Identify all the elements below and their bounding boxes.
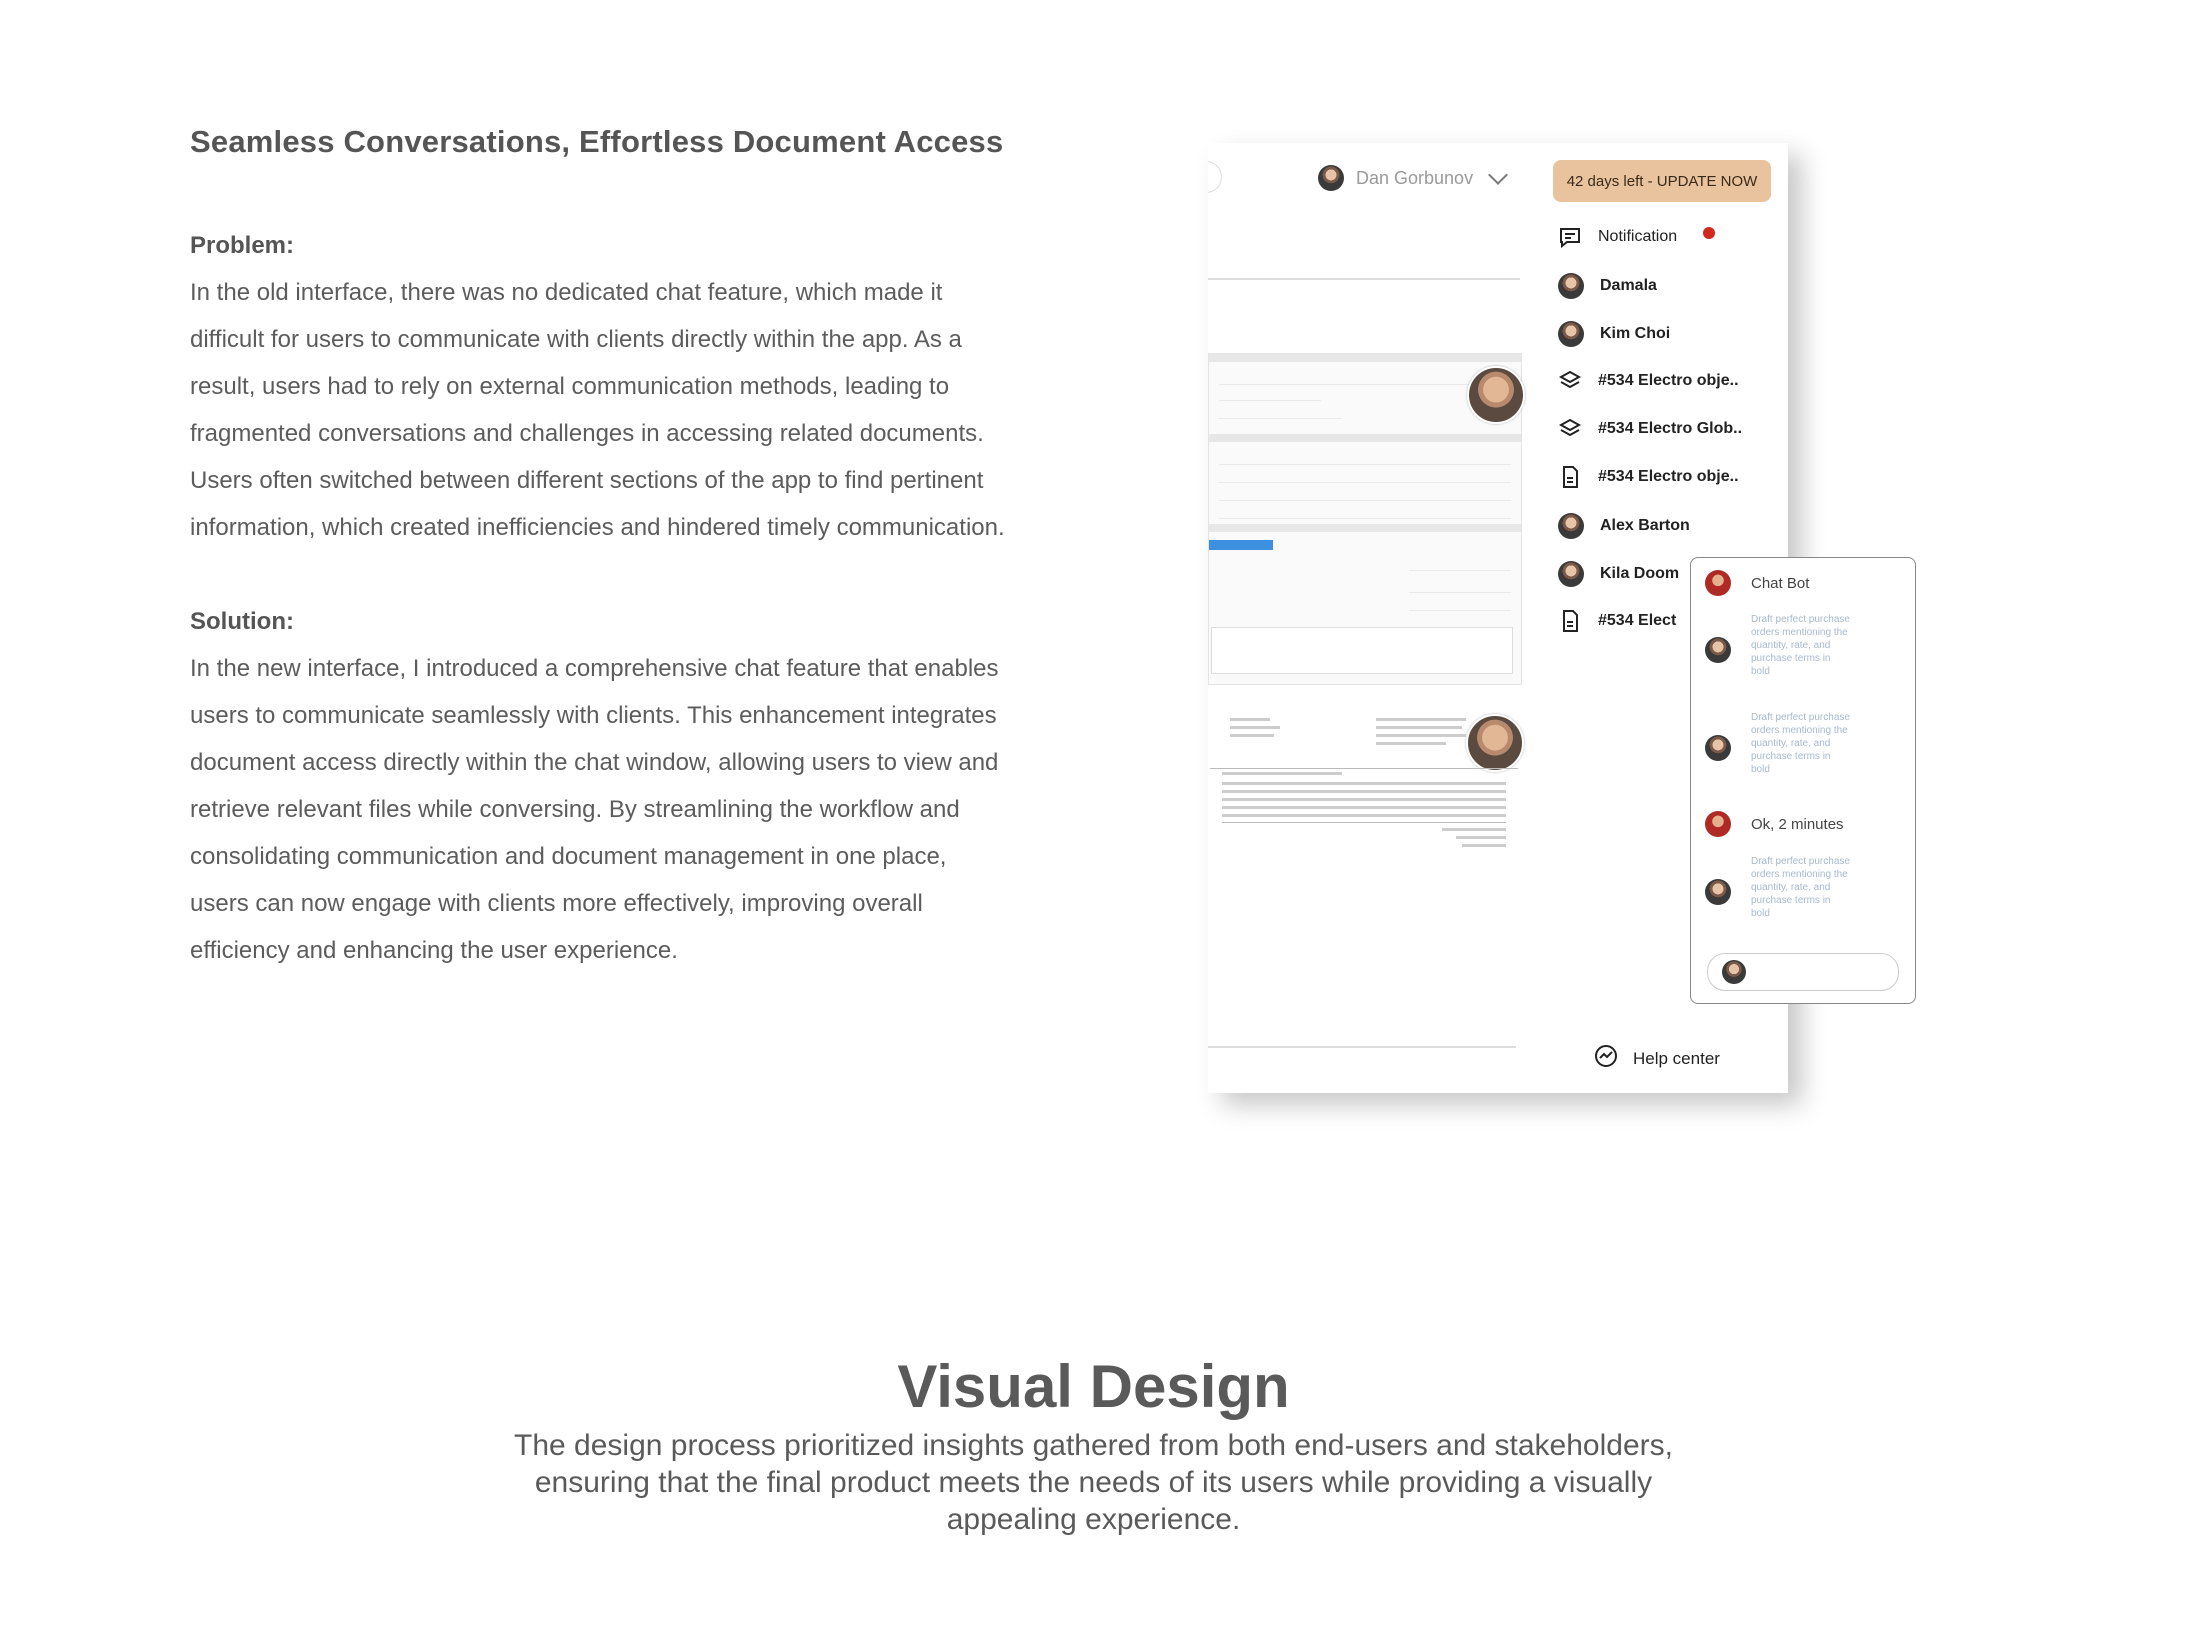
chat-header: Chat Bot <box>1705 570 1809 596</box>
update-banner-button[interactable]: 42 days left - UPDATE NOW <box>1553 160 1771 202</box>
avatar <box>1558 561 1584 587</box>
sidebar-item-kila-doom[interactable]: Kila Doom <box>1558 561 1679 587</box>
problem-label: Problem: <box>190 232 295 259</box>
client-photo <box>1467 366 1525 424</box>
user-menu[interactable]: Dan Gorbunov <box>1318 165 1508 191</box>
chat-input[interactable] <box>1707 953 1899 991</box>
sidebar-item-electro-3[interactable]: #534 Electro obje.. <box>1558 465 1739 489</box>
delivery-note-preview <box>1208 708 1524 863</box>
chat-bubble-icon <box>1558 225 1582 249</box>
avatar <box>1558 513 1584 539</box>
chat-message: Draft perfect purchase orders mentioning… <box>1705 855 1851 920</box>
sidebar-item-alex-barton[interactable]: Alex Barton <box>1558 513 1690 539</box>
chat-message: Draft perfect purchase orders mentioning… <box>1705 711 1851 776</box>
visual-design-title: Visual Design <box>897 1353 1290 1420</box>
avatar <box>1705 570 1731 596</box>
chevron-down-icon <box>1488 165 1508 185</box>
visual-design-text: The design process prioritized insights … <box>514 1429 1673 1536</box>
sidebar-item-kim-choi[interactable]: Kim Choi <box>1558 321 1670 347</box>
layers-icon <box>1558 369 1582 393</box>
sidebar-item-electro-2[interactable]: #534 Electro Glob.. <box>1558 417 1742 441</box>
divider <box>1208 1046 1516 1048</box>
chat-message: Ok, 2 minutes <box>1705 811 1844 837</box>
chat-message: Draft perfect purchase orders mentioning… <box>1705 613 1851 678</box>
solution-label: Solution: <box>190 608 294 635</box>
avatar <box>1705 637 1731 663</box>
avatar <box>1722 960 1746 984</box>
sidebar-item-electro-4[interactable]: #534 Elect <box>1558 609 1676 633</box>
layers-icon <box>1558 417 1582 441</box>
sidebar-item-damala[interactable]: Damala <box>1558 273 1657 299</box>
avatar <box>1558 273 1584 299</box>
solution-text: In the new interface, I introduced a com… <box>190 655 999 964</box>
avatar <box>1705 735 1731 761</box>
sidebar-item-electro-1[interactable]: #534 Electro obje.. <box>1558 369 1739 393</box>
visual-design-section: Visual Design The design process priorit… <box>0 1352 2187 1538</box>
problem-text: In the old interface, there was no dedic… <box>190 279 1005 541</box>
avatar <box>1705 879 1731 905</box>
help-center-link[interactable]: Help center <box>1593 1043 1720 1074</box>
sidebar-item-notification[interactable]: Notification <box>1558 225 1715 249</box>
avatar <box>1558 321 1584 347</box>
invoice-preview <box>1208 353 1525 685</box>
help-icon <box>1593 1043 1619 1074</box>
chat-window: Chat Bot Draft perfect purchase orders m… <box>1690 557 1916 1004</box>
divider <box>1208 278 1520 280</box>
add-item-button[interactable] <box>1209 540 1273 550</box>
intro-section: Seamless Conversations, Effortless Docum… <box>190 124 1010 974</box>
document-icon <box>1558 465 1582 489</box>
user-name: Dan Gorbunov <box>1356 167 1474 188</box>
document-icon <box>1558 609 1582 633</box>
contact-photo <box>1466 714 1524 772</box>
avatar <box>1705 811 1731 837</box>
section-heading: Seamless Conversations, Effortless Docum… <box>190 124 1004 159</box>
avatar <box>1318 165 1344 191</box>
search-icon[interactable] <box>1208 161 1222 193</box>
notification-dot <box>1703 227 1715 239</box>
